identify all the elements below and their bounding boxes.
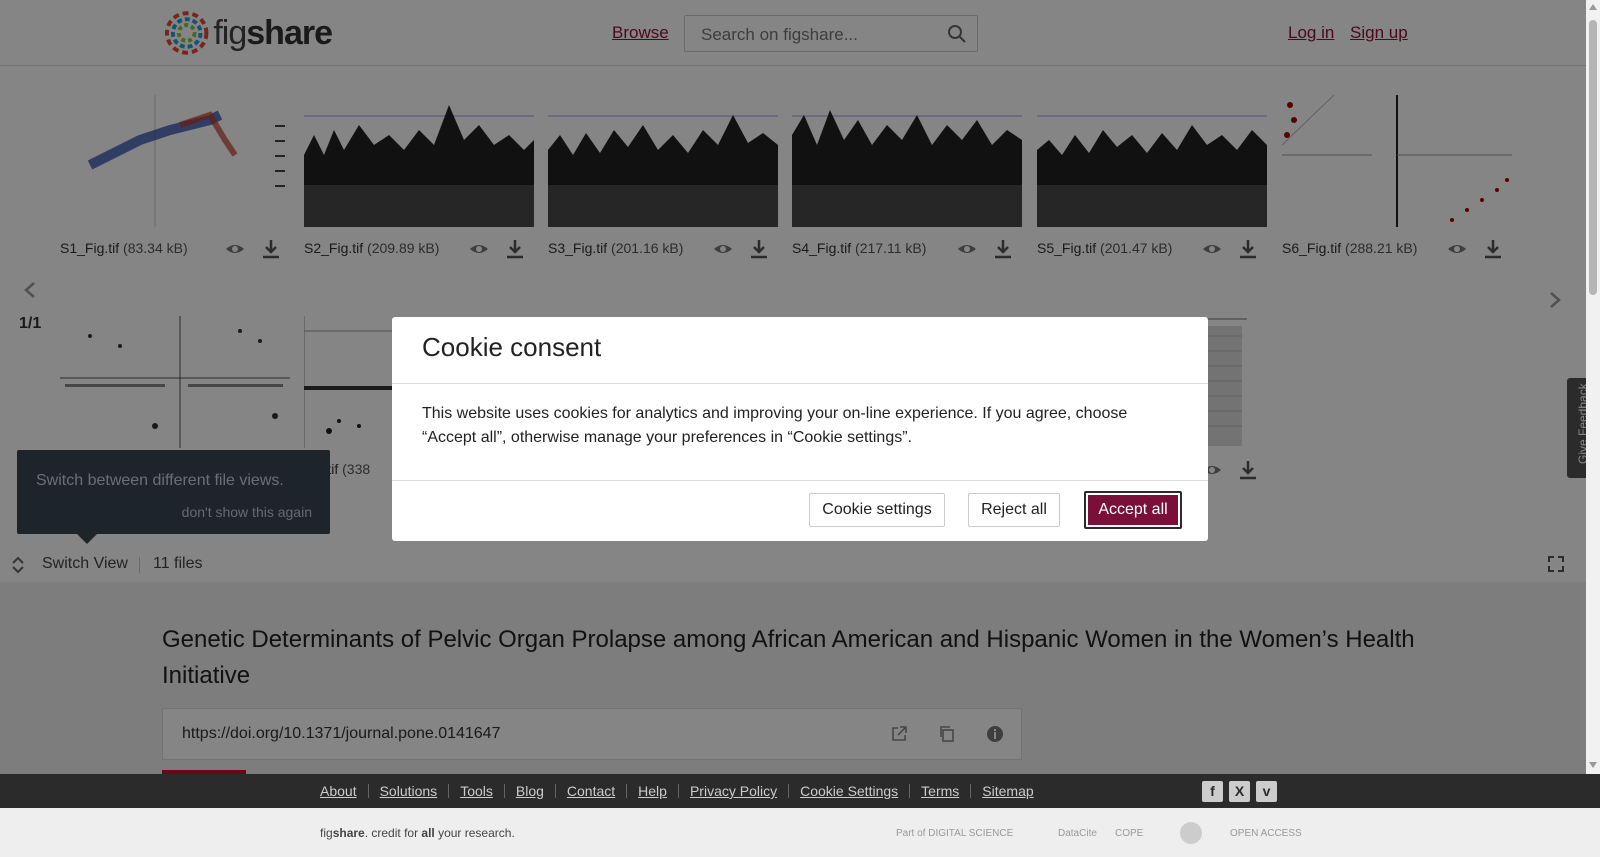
scroll-thumb[interactable] xyxy=(1589,20,1597,295)
dialog-divider xyxy=(392,383,1208,384)
facebook-icon[interactable]: f xyxy=(1202,781,1223,802)
footer-link-privacy[interactable]: Privacy Policy xyxy=(690,783,777,799)
footer-link-tools[interactable]: Tools xyxy=(460,783,493,799)
footer-link-contact[interactable]: Contact xyxy=(567,783,615,799)
page-scrollbar[interactable] xyxy=(1586,0,1600,774)
reject-all-button[interactable]: Reject all xyxy=(968,493,1060,527)
footer-credit: figshare. credit for all your research. xyxy=(320,826,515,840)
x-icon[interactable]: X xyxy=(1229,781,1250,802)
footer-links-bar: About Solutions Tools Blog Contact Help … xyxy=(0,774,1600,808)
footer-bottom: figshare. credit for all your research. … xyxy=(0,808,1600,857)
open-access-logo[interactable]: OPEN ACCESS xyxy=(1230,822,1302,844)
footer-link-help[interactable]: Help xyxy=(638,783,667,799)
scroll-up-arrow[interactable] xyxy=(1589,4,1597,10)
cookie-dialog-body: This website uses cookies for analytics … xyxy=(422,405,1128,446)
footer-link-blog[interactable]: Blog xyxy=(516,783,544,799)
footer-link-about[interactable]: About xyxy=(320,783,357,799)
footer-link-terms[interactable]: Terms xyxy=(921,783,959,799)
footer-links: About Solutions Tools Blog Contact Help … xyxy=(320,783,1034,799)
cookie-dialog-title: Cookie consent xyxy=(422,332,602,362)
footer-link-solutions[interactable]: Solutions xyxy=(380,783,438,799)
partner-seal-logo[interactable] xyxy=(1180,822,1202,844)
vimeo-icon[interactable]: v xyxy=(1256,781,1277,802)
footer-link-cookie-settings[interactable]: Cookie Settings xyxy=(800,783,898,799)
footer-link-sitemap[interactable]: Sitemap xyxy=(982,783,1033,799)
dialog-divider xyxy=(392,480,1208,481)
cookie-consent-dialog: Cookie consent This website uses cookies… xyxy=(392,317,1208,541)
accept-all-button[interactable]: Accept all xyxy=(1084,491,1182,529)
social-links: f X v xyxy=(1202,781,1277,802)
digital-science-logo[interactable]: Part of DIGITAL SCIENCE xyxy=(896,822,1013,844)
datacite-logo[interactable]: DataCite xyxy=(1058,822,1097,844)
cope-logo[interactable]: COPE xyxy=(1115,822,1143,844)
cookie-settings-button[interactable]: Cookie settings xyxy=(809,493,945,527)
scroll-down-arrow[interactable] xyxy=(1589,762,1597,768)
